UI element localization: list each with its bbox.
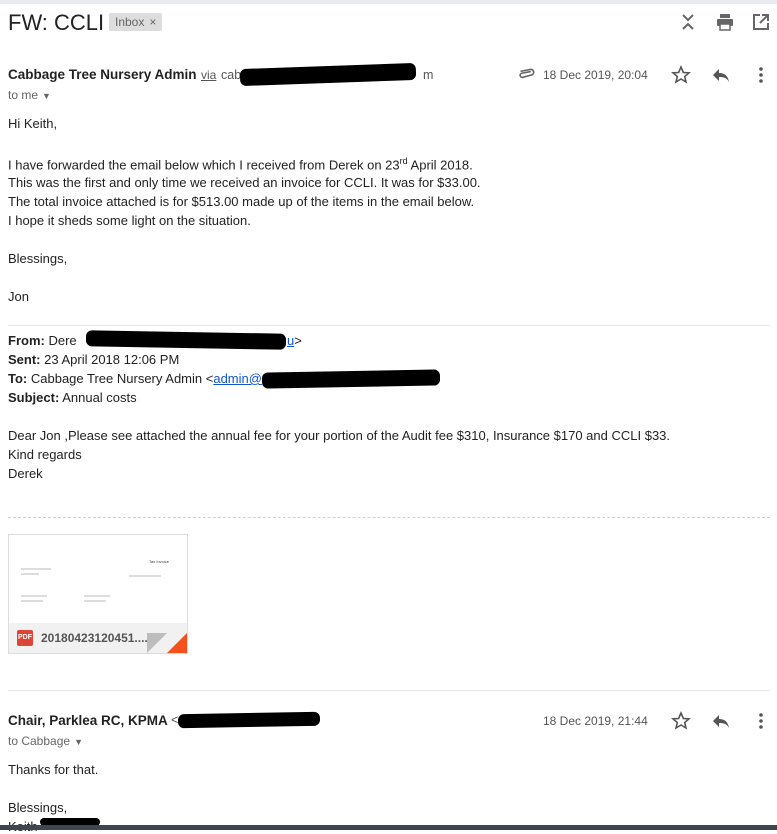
bottom-bar [0,825,777,830]
preview-line [21,568,51,570]
attachment-filename: 20180423120451.... [41,631,148,645]
message-date: 18 Dec 2019, 20:04 [543,68,648,82]
pdf-icon: PDF [17,630,33,646]
message-date-2: 18 Dec 2019, 21:44 [543,714,648,728]
fwd-subject-value: Annual costs [62,390,137,405]
sender-email-end: m [423,68,434,82]
body-line-2: This was the first and only time we rece… [8,175,481,190]
preview-line [21,573,39,575]
inbox-label-chip[interactable]: Inbox × [109,13,163,31]
fwd-to-email-link[interactable]: admin@ [213,371,262,386]
fwd-to-value: Cabbage Tree Nursery Admin < [30,371,214,386]
msg2-closing: Blessings, [8,800,68,815]
page-fold-corner [167,633,187,653]
caret-down-icon: ▼ [74,737,83,747]
via-link[interactable]: via [201,68,216,82]
open-in-new-window-icon[interactable] [751,12,771,32]
fwd-subject-label: Subject: [8,390,60,405]
fwd-subject-line: Subject: Annual costs [8,390,137,405]
redaction-scribble [239,62,417,87]
fwd-body-1: Dear Jon ,Please see attached the annual… [8,428,671,443]
preview-line [21,595,47,597]
paperclip-icon [519,68,535,79]
closing: Blessings, [8,251,68,266]
sender-email-start: cab [221,68,242,82]
print-icon[interactable] [715,12,735,32]
star-icon[interactable] [671,65,691,85]
body-line-3: The total invoice attached is for $513.0… [8,194,475,209]
body-line-1-start: I have forwarded the email below which I… [8,157,400,173]
fwd-from-label: From: [8,333,45,348]
fwd-from-email-tail: u> [287,333,302,348]
fwd-from-email-link[interactable]: u [287,333,294,348]
reply-icon[interactable] [711,711,731,731]
forward-divider [8,325,770,326]
fwd-sent-label: Sent: [8,352,41,367]
msg2-body-1: Thanks for that. [8,762,99,777]
expand-collapse-icon[interactable] [678,12,698,32]
recipient-text: to me [8,88,39,102]
preview-line [84,595,110,597]
more-icon[interactable] [751,711,771,731]
preview-line [84,600,106,602]
preview-title: Tax Invoice [149,559,170,564]
fwd-from-value: Dere [48,333,77,348]
redaction-scribble-2 [177,711,321,729]
more-icon[interactable] [751,65,771,85]
thread-subject: FW: CCLI [8,10,105,35]
redaction-scribble-from [85,330,287,350]
fwd-body-3: Derek [8,466,43,481]
greeting: Hi Keith, [8,116,58,131]
fwd-sent-value: 23 April 2018 12:06 PM [44,352,180,367]
preview-line [21,600,43,602]
preview-line [129,575,161,577]
attachment-preview: Tax Invoice [9,535,187,623]
sender-name[interactable]: Cabbage Tree Nursery Admin [8,67,197,82]
fwd-body-2: Kind regards [8,447,82,462]
body-line-4: I hope it sheds some light on the situat… [8,213,251,228]
recipient-dropdown[interactable]: to me ▼ [8,88,51,102]
recipient-text-2: to Cabbage [8,734,71,748]
body-line-1: I have forwarded the email below which I… [8,156,473,172]
message-divider [8,690,770,691]
top-strip [0,0,777,4]
inbox-label-text: Inbox [115,15,145,29]
reply-icon[interactable] [711,65,731,85]
body-line-1-end: April 2018. [407,157,473,173]
attachment-divider [8,517,770,518]
fwd-sent-line: Sent: 23 April 2018 12:06 PM [8,352,179,367]
ordinal-suffix: rd [399,156,408,166]
fwd-to-line: To: Cabbage Tree Nursery Admin <admin@ [8,371,262,386]
signature: Jon [8,289,29,304]
star-icon[interactable] [671,711,691,731]
attachment-card[interactable]: Tax Invoice PDF 20180423120451.... [8,534,188,654]
remove-label-icon[interactable]: × [149,15,156,29]
redaction-scribble-to [261,369,441,389]
fwd-to-label: To: [8,371,28,386]
recipient-dropdown-2[interactable]: to Cabbage ▼ [8,734,83,748]
page-fold-shadow [147,633,167,653]
sender-name-2[interactable]: Chair, Parklea RC, KPMA [8,713,168,728]
caret-down-icon: ▼ [42,91,51,101]
fwd-from-line: From: Dere [8,333,77,348]
